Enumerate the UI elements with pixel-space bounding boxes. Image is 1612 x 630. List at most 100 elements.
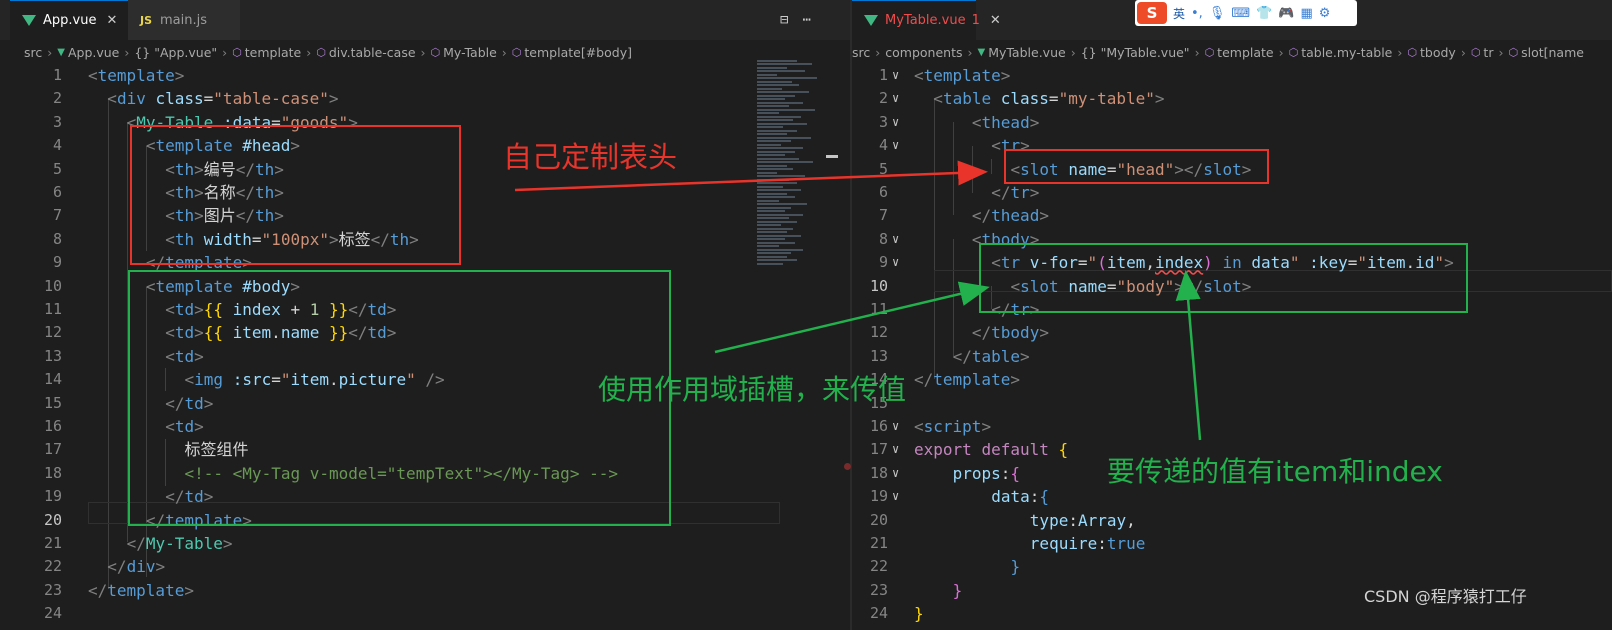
- code-line[interactable]: 2 <div class="table-case">: [0, 87, 850, 110]
- code-text: </My-Table>: [126, 534, 233, 553]
- breadcrumb-item[interactable]: {} "MyTable.vue": [1081, 45, 1190, 60]
- symbol-element-icon: ⬡: [430, 45, 441, 59]
- line-number: 21: [869, 534, 888, 552]
- fold-chevron-icon[interactable]: ∨: [892, 228, 899, 251]
- breadcrumb-item[interactable]: App.vue: [68, 45, 119, 60]
- line-number: 6: [52, 183, 62, 201]
- breadcrumb-item[interactable]: tbody: [1420, 45, 1456, 60]
- code-line[interactable]: 1 ∨ <template>: [852, 64, 1612, 87]
- code-text: require:true: [1029, 534, 1146, 553]
- code-line[interactable]: 24: [0, 602, 850, 625]
- breadcrumb-item[interactable]: My-Table: [443, 45, 497, 60]
- ime-lang[interactable]: 英: [1173, 5, 1185, 22]
- fold-chevron-icon[interactable]: ∨: [892, 485, 899, 508]
- code-line[interactable]: 21 require:true: [852, 532, 1612, 555]
- fold-chevron-icon[interactable]: ∨: [892, 415, 899, 438]
- line-number: 20: [43, 510, 62, 529]
- line-number: 4: [878, 136, 888, 155]
- code-line[interactable]: 16 ∨ <script>: [852, 415, 1612, 438]
- breadcrumb-item[interactable]: components: [885, 45, 962, 60]
- breadcrumb-item[interactable]: tr: [1483, 45, 1493, 60]
- breadcrumb-item[interactable]: template: [245, 45, 301, 60]
- fold-chevron-icon[interactable]: ∨: [892, 134, 899, 157]
- ime-toolbar[interactable]: S 英 •, 🎙 ⌨ 👕 🎮 ▦ ⚙: [1135, 0, 1357, 26]
- tab-main-js[interactable]: JS main.js: [128, 0, 240, 40]
- breadcrumb-item[interactable]: table.my-table: [1301, 45, 1392, 60]
- symbol-element-icon: ⬡: [1470, 45, 1481, 59]
- breadcrumb-item[interactable]: div.table-case: [329, 45, 416, 60]
- settings-icon[interactable]: ⚙: [1319, 6, 1331, 21]
- line-number: 9: [52, 253, 62, 272]
- code-line[interactable]: 7 </thead>: [852, 204, 1612, 227]
- code-line[interactable]: 1 <template>: [0, 64, 850, 87]
- breadcrumb-item[interactable]: src: [24, 45, 42, 60]
- ime-punct[interactable]: •,: [1191, 6, 1203, 21]
- line-number: 3: [878, 112, 888, 131]
- more-actions-icon[interactable]: ⋯: [802, 12, 810, 28]
- code-text: </tbody>: [971, 323, 1049, 343]
- line-number: 20: [869, 510, 888, 529]
- close-icon[interactable]: ✕: [990, 13, 1001, 28]
- symbol-element-icon: ⬡: [1508, 45, 1519, 59]
- breadcrumb-item[interactable]: {} "App.vue": [134, 45, 217, 60]
- gamepad-icon[interactable]: 🎮: [1278, 6, 1294, 21]
- line-number: 19: [43, 487, 62, 506]
- code-line[interactable]: 13 </table>: [852, 345, 1612, 368]
- code-line[interactable]: 22}: [852, 555, 1612, 578]
- line-number: 21: [43, 534, 62, 552]
- breadcrumb-item[interactable]: template: [1217, 45, 1273, 60]
- minimap[interactable]: [757, 58, 822, 288]
- breadcrumb-item[interactable]: template[#body]: [524, 45, 632, 60]
- code-text: <template>: [914, 66, 1011, 85]
- code-text: type:Array,: [1029, 510, 1136, 530]
- code-line[interactable]: 21 </My-Table>: [0, 532, 850, 555]
- code-line[interactable]: 12 </tbody>: [852, 321, 1612, 344]
- code-line[interactable]: 22 </div>: [0, 555, 850, 578]
- code-line[interactable]: 3 ∨ <thead>: [852, 111, 1612, 134]
- left-tab-bar: App.vue ✕ JS main.js ⊟ ⋯: [0, 0, 850, 40]
- breadcrumb-item[interactable]: MyTable.vue: [988, 45, 1066, 60]
- scrollbar[interactable]: [826, 155, 838, 158]
- code-line[interactable]: 20 type:Array,: [852, 509, 1612, 532]
- close-icon[interactable]: ✕: [106, 13, 117, 28]
- keyboard-icon[interactable]: ⌨: [1231, 6, 1250, 21]
- code-text: <div class="table-case">: [107, 89, 339, 109]
- microphone-icon[interactable]: 🎙: [1209, 6, 1226, 21]
- code-text: <template>: [88, 66, 185, 85]
- breadcrumb: src › components › ▼ MyTable.vue › {} "MyTab…: [852, 44, 1584, 60]
- code-line[interactable]: 14 </template>: [852, 368, 1612, 391]
- tab-label: App.vue: [43, 13, 97, 28]
- skin-icon[interactable]: 👕: [1256, 6, 1272, 21]
- tab-app-vue[interactable]: App.vue ✕: [10, 0, 128, 40]
- toolbox-icon[interactable]: ▦: [1300, 6, 1312, 21]
- fold-chevron-icon[interactable]: ∨: [892, 438, 899, 461]
- split-editor-icon[interactable]: ⊟: [780, 12, 788, 28]
- values-annotation-label: 要传递的值有item和index: [1107, 455, 1443, 488]
- fold-chevron-icon[interactable]: ∨: [892, 87, 899, 110]
- line-number: 9: [878, 253, 888, 272]
- tab-mytable-vue[interactable]: MyTable.vue 1 ✕: [852, 0, 1001, 40]
- code-text: </table>: [952, 346, 1030, 366]
- code-line[interactable]: 2 ∨ <table class="my-table">: [852, 87, 1612, 110]
- fold-chevron-icon[interactable]: ∨: [892, 64, 899, 87]
- line-number: 13: [869, 346, 888, 365]
- right-editor-pane: MyTable.vue 1 ✕ src › components › ▼ MyTabl…: [852, 0, 1612, 630]
- code-text: <script>: [914, 417, 992, 436]
- code-text: </template>: [914, 370, 1020, 390]
- fold-chevron-icon[interactable]: ∨: [892, 462, 899, 485]
- fold-chevron-icon[interactable]: ∨: [892, 251, 899, 274]
- line-number: 23: [869, 580, 888, 599]
- code-text: }: [1010, 557, 1021, 577]
- code-line[interactable]: 23 </template>: [0, 579, 850, 602]
- fold-chevron-icon[interactable]: ∨: [892, 111, 899, 134]
- line-number: 12: [869, 323, 888, 342]
- code-line[interactable]: 15: [852, 392, 1612, 415]
- line-number: 11: [43, 300, 62, 318]
- breadcrumb-item[interactable]: src: [852, 45, 870, 60]
- code-line[interactable]: 6 </tr>: [852, 181, 1612, 204]
- code-text: </thead>: [971, 206, 1049, 226]
- editor-actions: ⊟ ⋯: [780, 0, 811, 40]
- breakpoint-dot[interactable]: [844, 463, 851, 470]
- code-text: <table class="my-table">: [933, 89, 1165, 109]
- breadcrumb-item[interactable]: slot[name: [1521, 45, 1584, 60]
